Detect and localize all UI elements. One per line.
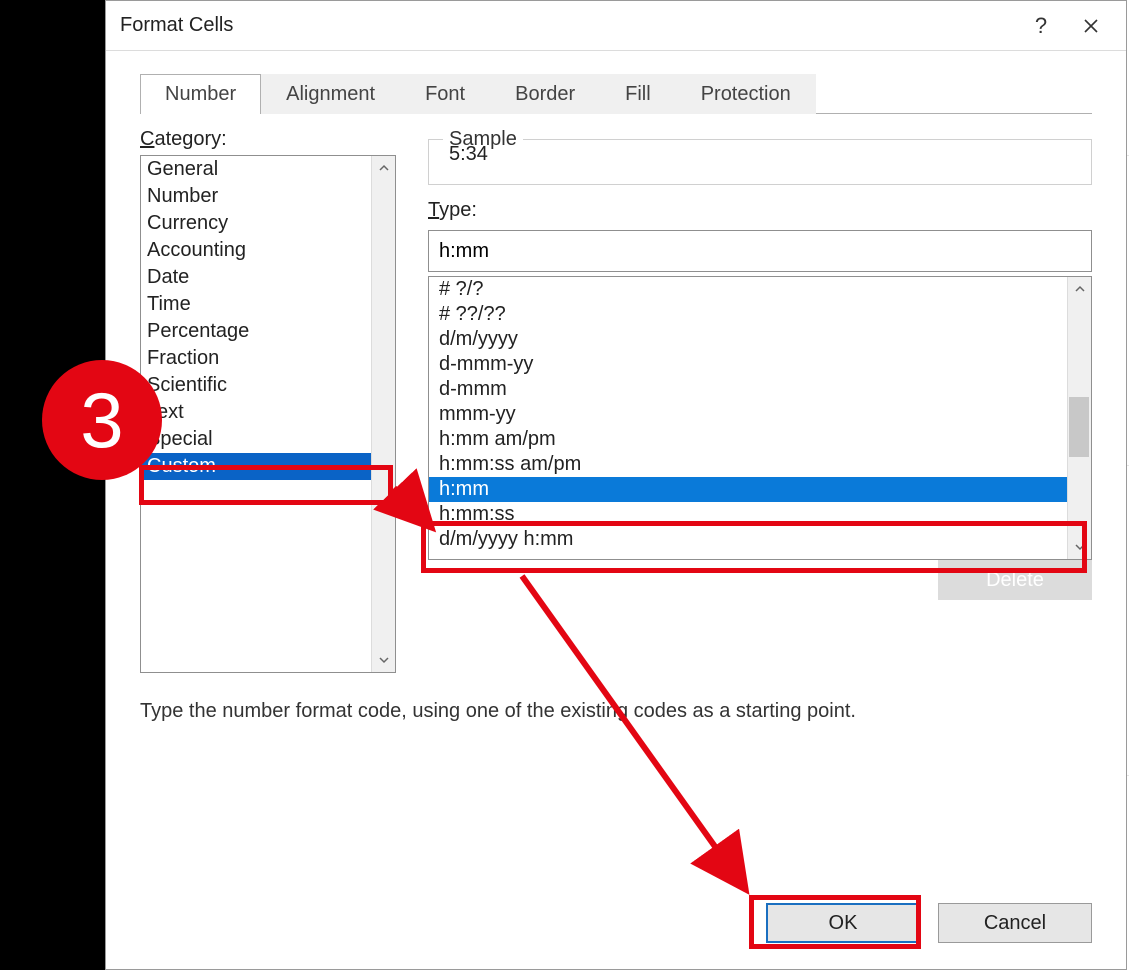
category-item-currency[interactable]: Currency [141, 210, 371, 237]
list-item-label: # ??/?? [439, 303, 506, 325]
tab-label: Fill [625, 83, 651, 105]
tab-label: Border [515, 83, 575, 105]
type-item[interactable]: mmm-yy [429, 402, 1067, 427]
format-cells-dialog: Format Cells ? Number Alignment Font Bor… [105, 0, 1127, 970]
list-item-label: h:mm [439, 478, 489, 500]
list-item-label: d-mmm-yy [439, 353, 533, 375]
type-item[interactable]: d/m/yyyy [429, 327, 1067, 352]
tab-strip: Number Alignment Font Border Fill Protec… [106, 73, 1126, 113]
scroll-down-icon[interactable] [1068, 535, 1092, 559]
category-item-scientific[interactable]: Scientific [141, 372, 371, 399]
list-item-label: d/m/yyyy h:mm [439, 528, 573, 550]
sample-value: 5:34 [443, 143, 1077, 166]
category-scrollbar[interactable] [371, 156, 395, 672]
delete-button[interactable]: Delete [938, 560, 1092, 600]
button-label: Delete [986, 569, 1044, 592]
category-item-percentage[interactable]: Percentage [141, 318, 371, 345]
help-text: Type the number format code, using one o… [140, 700, 1092, 723]
button-label: OK [829, 912, 858, 935]
type-label: Type: [428, 199, 1092, 222]
category-item-number[interactable]: Number [141, 183, 371, 210]
scrollbar-thumb[interactable] [1069, 397, 1089, 457]
tab-font[interactable]: Font [400, 74, 490, 114]
dialog-content: Category: General Number Currency Accoun… [106, 114, 1126, 673]
left-black-strip [0, 0, 105, 970]
list-item-label: mmm-yy [439, 403, 516, 425]
list-item-label: Custom [147, 455, 216, 477]
tab-label: Font [425, 83, 465, 105]
type-item[interactable]: # ??/?? [429, 302, 1067, 327]
category-item-accounting[interactable]: Accounting [141, 237, 371, 264]
category-item-time[interactable]: Time [141, 291, 371, 318]
list-item-label: Currency [147, 212, 228, 234]
list-item-label: Special [147, 428, 213, 450]
list-item-label: Date [147, 266, 189, 288]
list-item-label: Scientific [147, 374, 227, 396]
type-scrollbar[interactable] [1067, 277, 1091, 559]
button-label: Cancel [984, 912, 1046, 935]
type-item[interactable]: d-mmm [429, 377, 1067, 402]
type-item[interactable]: # ?/? [429, 277, 1067, 302]
type-item[interactable]: h:mm:ss am/pm [429, 452, 1067, 477]
cancel-button[interactable]: Cancel [938, 903, 1092, 943]
category-item-custom[interactable]: Custom [141, 453, 371, 480]
category-item-fraction[interactable]: Fraction [141, 345, 371, 372]
scroll-up-icon[interactable] [372, 156, 396, 180]
scroll-down-icon[interactable] [372, 648, 396, 672]
tab-border[interactable]: Border [490, 74, 600, 114]
dialog-title: Format Cells [120, 14, 233, 37]
list-item-label: # ?/? [439, 278, 483, 300]
type-item[interactable]: h:mm:ss [429, 502, 1067, 527]
type-item[interactable]: d/m/yyyy h:mm [429, 527, 1067, 552]
list-item-label: d-mmm [439, 378, 507, 400]
list-item-label: Number [147, 185, 218, 207]
title-bar: Format Cells ? [106, 1, 1126, 51]
list-item-label: d/m/yyyy [439, 328, 518, 350]
tab-label: Number [165, 83, 236, 105]
dialog-buttons: OK Cancel [766, 903, 1092, 943]
tab-protection[interactable]: Protection [676, 74, 816, 114]
category-listbox[interactable]: General Number Currency Accounting Date … [140, 155, 396, 673]
list-item-label: h:mm:ss am/pm [439, 453, 581, 475]
scroll-up-icon[interactable] [1068, 277, 1092, 301]
list-item-label: Fraction [147, 347, 219, 369]
help-icon: ? [1035, 13, 1047, 39]
type-listbox[interactable]: # ?/? # ??/?? d/m/yyyy d-mmm-yy d-mmm mm… [428, 276, 1092, 560]
list-item-label: General [147, 158, 218, 180]
ok-button[interactable]: OK [766, 903, 920, 943]
list-item-label: Percentage [147, 320, 249, 342]
list-item-label: Time [147, 293, 191, 315]
type-item-selected[interactable]: h:mm [429, 477, 1067, 502]
category-item-text[interactable]: Text [141, 399, 371, 426]
type-input[interactable] [428, 230, 1092, 272]
close-button[interactable] [1066, 2, 1116, 50]
category-item-date[interactable]: Date [141, 264, 371, 291]
list-item-label: Text [147, 401, 184, 423]
tab-label: Alignment [286, 83, 375, 105]
list-item-label: h:mm:ss [439, 503, 515, 525]
help-button[interactable]: ? [1016, 2, 1066, 50]
type-item[interactable]: h:mm am/pm [429, 427, 1067, 452]
sample-group: Sample 5:34 [428, 128, 1092, 185]
list-item-label: Accounting [147, 239, 246, 261]
category-item-special[interactable]: Special [141, 426, 371, 453]
tab-number[interactable]: Number [140, 74, 261, 114]
type-item[interactable]: d-mmm-yy [429, 352, 1067, 377]
category-item-general[interactable]: General [141, 156, 371, 183]
tab-label: Protection [701, 83, 791, 105]
list-item-label: h:mm am/pm [439, 428, 556, 450]
close-icon [1083, 18, 1099, 34]
tab-fill[interactable]: Fill [600, 74, 676, 114]
tab-alignment[interactable]: Alignment [261, 74, 400, 114]
